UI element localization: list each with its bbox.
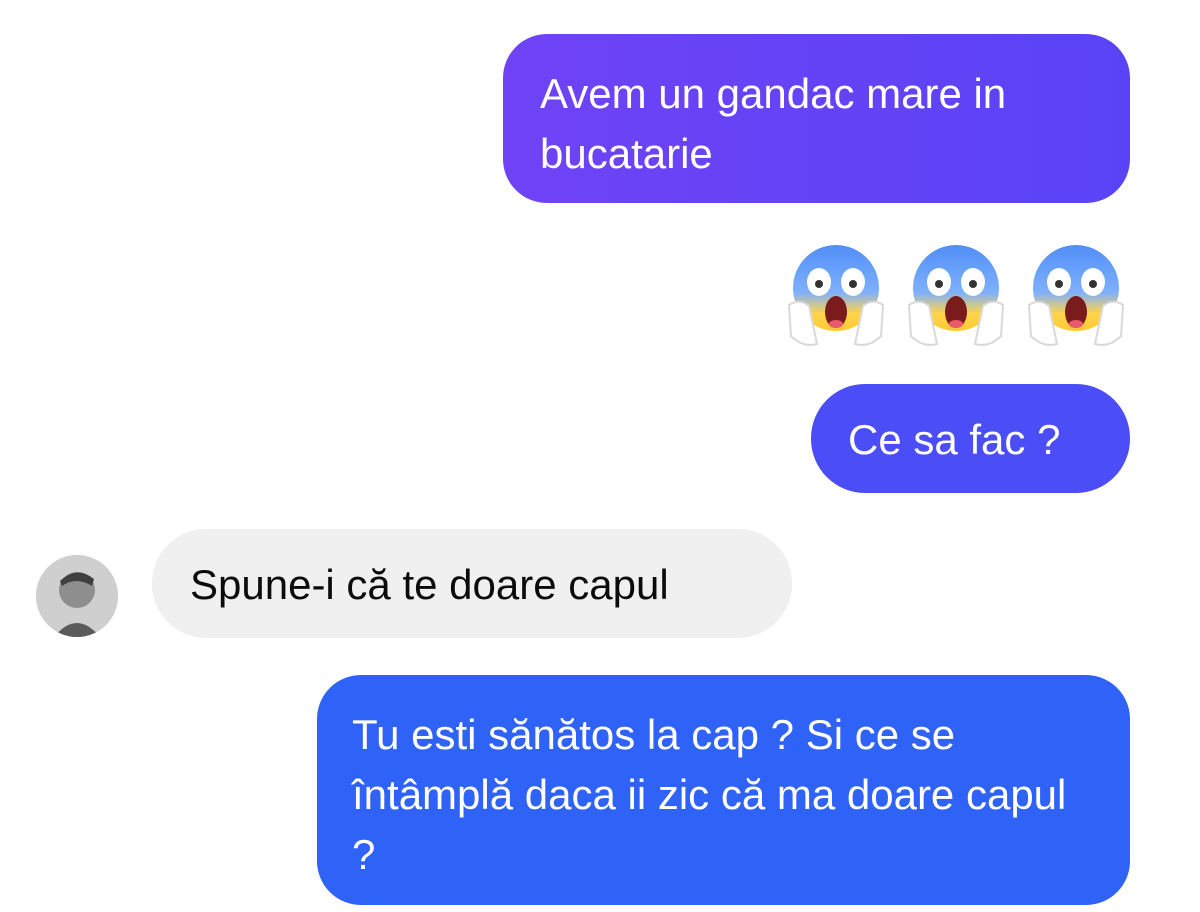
chat-thread: Avem un gandac mare in bucatarie Ce sa f… [0, 0, 1200, 912]
sent-message-2[interactable]: Ce sa fac ? [811, 384, 1130, 493]
message-text: Tu esti sănătos la cap ? Si ce se întâmp… [352, 711, 1067, 878]
message-text: Spune-i că te doare capul [190, 561, 669, 608]
face-screaming-in-fear-icon [1027, 245, 1125, 346]
sent-message-1[interactable]: Avem un gandac mare in bucatarie [503, 34, 1130, 203]
emoji-message[interactable] [781, 240, 1131, 350]
sent-message-3[interactable]: Tu esti sănătos la cap ? Si ce se întâmp… [317, 675, 1130, 905]
face-screaming-in-fear-icon [787, 245, 885, 346]
message-text: Avem un gandac mare in bucatarie [540, 70, 1007, 177]
message-text: Ce sa fac ? [848, 416, 1061, 463]
contact-avatar[interactable] [36, 555, 118, 637]
received-message[interactable]: Spune-i că te doare capul [152, 529, 792, 638]
face-screaming-in-fear-icon [907, 245, 1005, 346]
avatar-photo-icon [36, 555, 118, 637]
